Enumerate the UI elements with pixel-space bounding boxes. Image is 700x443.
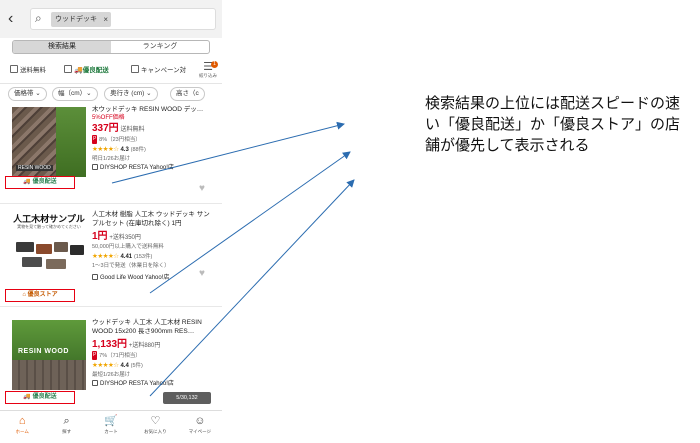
annotation-text: 検索結果の上位には配送スピードの速い「優良配送」か「優良ストア」の店舗が優先して… bbox=[425, 94, 681, 154]
arrow-3 bbox=[149, 179, 355, 397]
annotation-arrows bbox=[111, 121, 355, 397]
arrow-2 bbox=[149, 151, 351, 294]
arrow-1 bbox=[111, 121, 345, 184]
